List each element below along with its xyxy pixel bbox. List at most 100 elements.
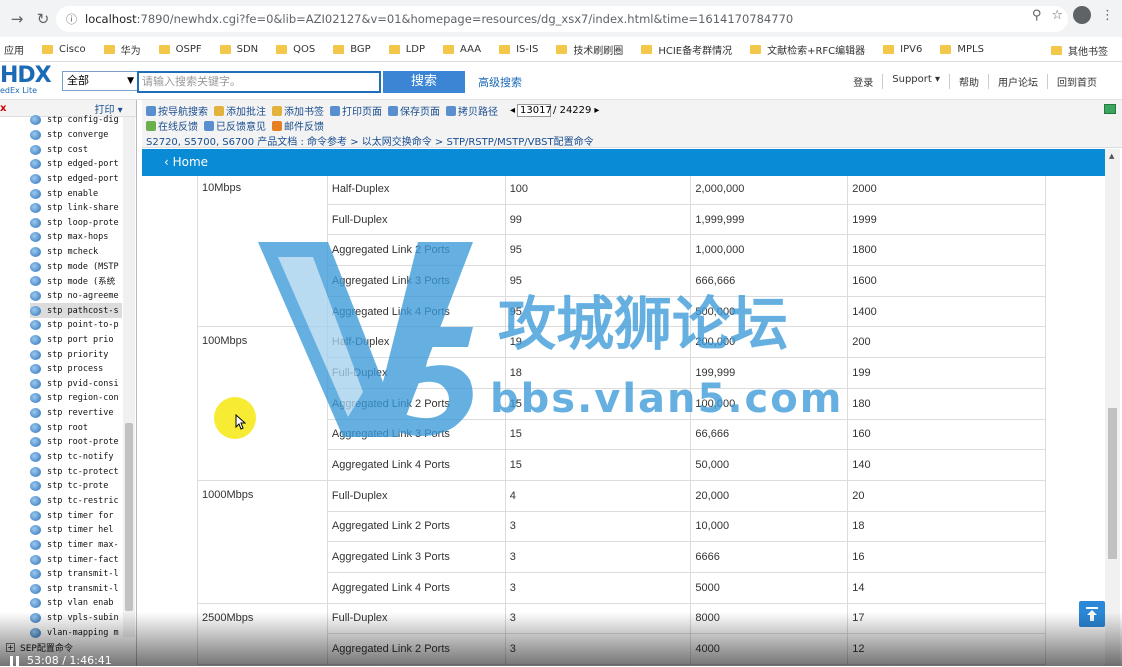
- home-link[interactable]: 回到首页: [1047, 74, 1106, 89]
- table-row: 2500Mbps Full-Duplex 3 8000 17: [197, 602, 1046, 666]
- forward-icon[interactable]: →: [4, 6, 30, 32]
- tree-item[interactable]: stp transmit-l: [30, 582, 122, 597]
- expand-icon[interactable]: +: [6, 643, 15, 652]
- submitted-feedback-button[interactable]: 已反馈意见: [204, 118, 266, 133]
- tree-node-sep[interactable]: + SEP配置命令: [6, 641, 73, 654]
- tree-item[interactable]: stp vpls-subin: [30, 611, 122, 626]
- tree-item[interactable]: stp region-con: [30, 391, 122, 406]
- close-icon[interactable]: x: [0, 103, 6, 114]
- scope-select[interactable]: 全部 ▼: [62, 71, 138, 91]
- tree-item[interactable]: stp transmit-l: [30, 567, 122, 582]
- tree-item[interactable]: stp mode (MSTP: [30, 259, 122, 274]
- bookmark-item[interactable]: SDN: [219, 44, 258, 55]
- user-forum-link[interactable]: 用户论坛: [988, 74, 1047, 89]
- tree-item[interactable]: stp cost: [30, 142, 122, 157]
- scroll-up-icon[interactable]: ▲: [1109, 152, 1114, 160]
- add-bookmark-button[interactable]: 添加书签: [272, 103, 324, 118]
- tree-item[interactable]: stp tc-prote: [30, 479, 122, 494]
- login-link[interactable]: 登录: [844, 74, 882, 89]
- support-menu[interactable]: Support ▾: [882, 74, 949, 89]
- fullscreen-icon[interactable]: [1104, 104, 1116, 114]
- tree-item[interactable]: stp timer hel: [30, 523, 122, 538]
- tree-item[interactable]: stp no-agreeme: [30, 289, 122, 304]
- tree-item[interactable]: vlan-mapping m: [30, 625, 122, 640]
- hdx-logo[interactable]: HDX edEx Lite: [0, 65, 52, 96]
- back-to-top-button[interactable]: [1079, 601, 1105, 627]
- tree-item[interactable]: stp priority: [30, 347, 122, 362]
- email-feedback-button[interactable]: 邮件反馈: [272, 118, 324, 133]
- bookmark-item[interactable]: 文献检索+RFC编辑器: [750, 42, 865, 57]
- bookmark-item[interactable]: 应用: [4, 42, 24, 57]
- star-icon[interactable]: ☆: [1051, 8, 1063, 23]
- tree-item[interactable]: stp mcheck: [30, 245, 122, 260]
- profile-avatar-icon[interactable]: [1073, 6, 1091, 24]
- tree-item-label: stp timer-fact: [47, 554, 119, 565]
- tree-item[interactable]: stp pathcost-s: [30, 303, 122, 318]
- advanced-search-link[interactable]: 高级搜索: [478, 74, 522, 90]
- breadcrumb[interactable]: S2720, S5700, S6700 产品文档 : 命令参考 > 以太网交换命…: [146, 133, 594, 148]
- home-button[interactable]: ‹ Home: [164, 155, 208, 169]
- tree-item[interactable]: stp enable: [30, 186, 122, 201]
- tree-item[interactable]: stp tc-notify: [30, 450, 122, 465]
- tree-item[interactable]: stp port prio: [30, 333, 122, 348]
- bookmark-item[interactable]: HCIE备考群情况: [641, 42, 732, 57]
- tree-item[interactable]: stp link-share: [30, 201, 122, 216]
- tree-item[interactable]: stp process: [30, 362, 122, 377]
- copy-path-button[interactable]: 拷贝路径: [446, 103, 498, 118]
- bookmark-item[interactable]: OSPF: [158, 44, 202, 55]
- tree-item[interactable]: stp pvid-consi: [30, 377, 122, 392]
- menu-icon[interactable]: ⋮: [1101, 8, 1114, 23]
- tree-scroll-thumb[interactable]: [125, 423, 133, 611]
- other-bookmarks[interactable]: 其他书签: [1051, 43, 1108, 58]
- tree-item[interactable]: stp root-prote: [30, 435, 122, 450]
- bookmark-item[interactable]: BGP: [333, 44, 371, 55]
- ieee-802-1d-1998-cell: 95: [504, 295, 692, 328]
- tree-item[interactable]: stp revertive: [30, 406, 122, 421]
- bookmark-item[interactable]: 技术刷刷圈: [556, 42, 623, 57]
- tree-scrollbar[interactable]: [123, 117, 135, 637]
- print-page-button[interactable]: 打印页面: [330, 103, 382, 118]
- tree-item[interactable]: stp point-to-p: [30, 318, 122, 333]
- tree-item[interactable]: stp root: [30, 420, 122, 435]
- bookmark-item[interactable]: IPV6: [883, 44, 922, 55]
- zoom-icon[interactable]: ⚲: [1032, 8, 1042, 23]
- tree-item[interactable]: stp edged-port: [30, 157, 122, 172]
- info-icon[interactable]: ⓘ: [66, 11, 77, 27]
- bookmark-item[interactable]: MPLS: [940, 44, 984, 55]
- reload-icon[interactable]: ↻: [30, 6, 56, 32]
- tree-item[interactable]: stp max-hops: [30, 230, 122, 245]
- add-note-button[interactable]: 添加批注: [214, 103, 266, 118]
- tree-item[interactable]: stp tc-protect: [30, 464, 122, 479]
- help-link[interactable]: 帮助: [949, 74, 988, 89]
- address-bar[interactable]: ⓘ localhost:7890/newhdx.cgi?fe=0&lib=AZI…: [56, 6, 1068, 32]
- content-scroll-thumb[interactable]: [1108, 408, 1117, 559]
- save-page-button[interactable]: 保存页面: [388, 103, 440, 118]
- prev-page-icon[interactable]: ◂: [510, 105, 515, 116]
- chevron-down-icon: ▼: [127, 76, 134, 86]
- nav-search-button[interactable]: 按导航搜索: [146, 103, 208, 118]
- pause-icon[interactable]: [10, 655, 19, 666]
- tree-item[interactable]: stp config-dig: [30, 113, 122, 128]
- tree-item[interactable]: stp timer max-: [30, 538, 122, 553]
- bookmark-item[interactable]: IS-IS: [499, 44, 538, 55]
- content-scrollbar[interactable]: ▲: [1105, 149, 1120, 666]
- page-input[interactable]: 13017: [517, 104, 552, 117]
- bookmark-item[interactable]: 华为: [103, 42, 141, 57]
- next-page-icon[interactable]: ▸: [594, 105, 599, 116]
- document-icon: [30, 393, 41, 404]
- online-feedback-button[interactable]: 在线反馈: [146, 118, 198, 133]
- bookmark-item[interactable]: AAA: [443, 44, 481, 55]
- tree-item[interactable]: stp vlan enab: [30, 596, 122, 611]
- search-button[interactable]: 搜索: [383, 71, 465, 93]
- tree-item[interactable]: stp timer-fact: [30, 552, 122, 567]
- bookmark-item[interactable]: Cisco: [42, 44, 86, 55]
- search-input[interactable]: 请输入搜索关键字。: [137, 71, 381, 93]
- tree-item[interactable]: stp tc-restric: [30, 494, 122, 509]
- tree-item[interactable]: stp converge: [30, 128, 122, 143]
- tree-item[interactable]: stp mode (系统: [30, 274, 122, 289]
- tree-item[interactable]: stp edged-port: [30, 172, 122, 187]
- tree-item[interactable]: stp loop-prote: [30, 215, 122, 230]
- bookmark-item[interactable]: QOS: [276, 44, 315, 55]
- tree-item[interactable]: stp timer for: [30, 508, 122, 523]
- bookmark-item[interactable]: LDP: [388, 44, 425, 55]
